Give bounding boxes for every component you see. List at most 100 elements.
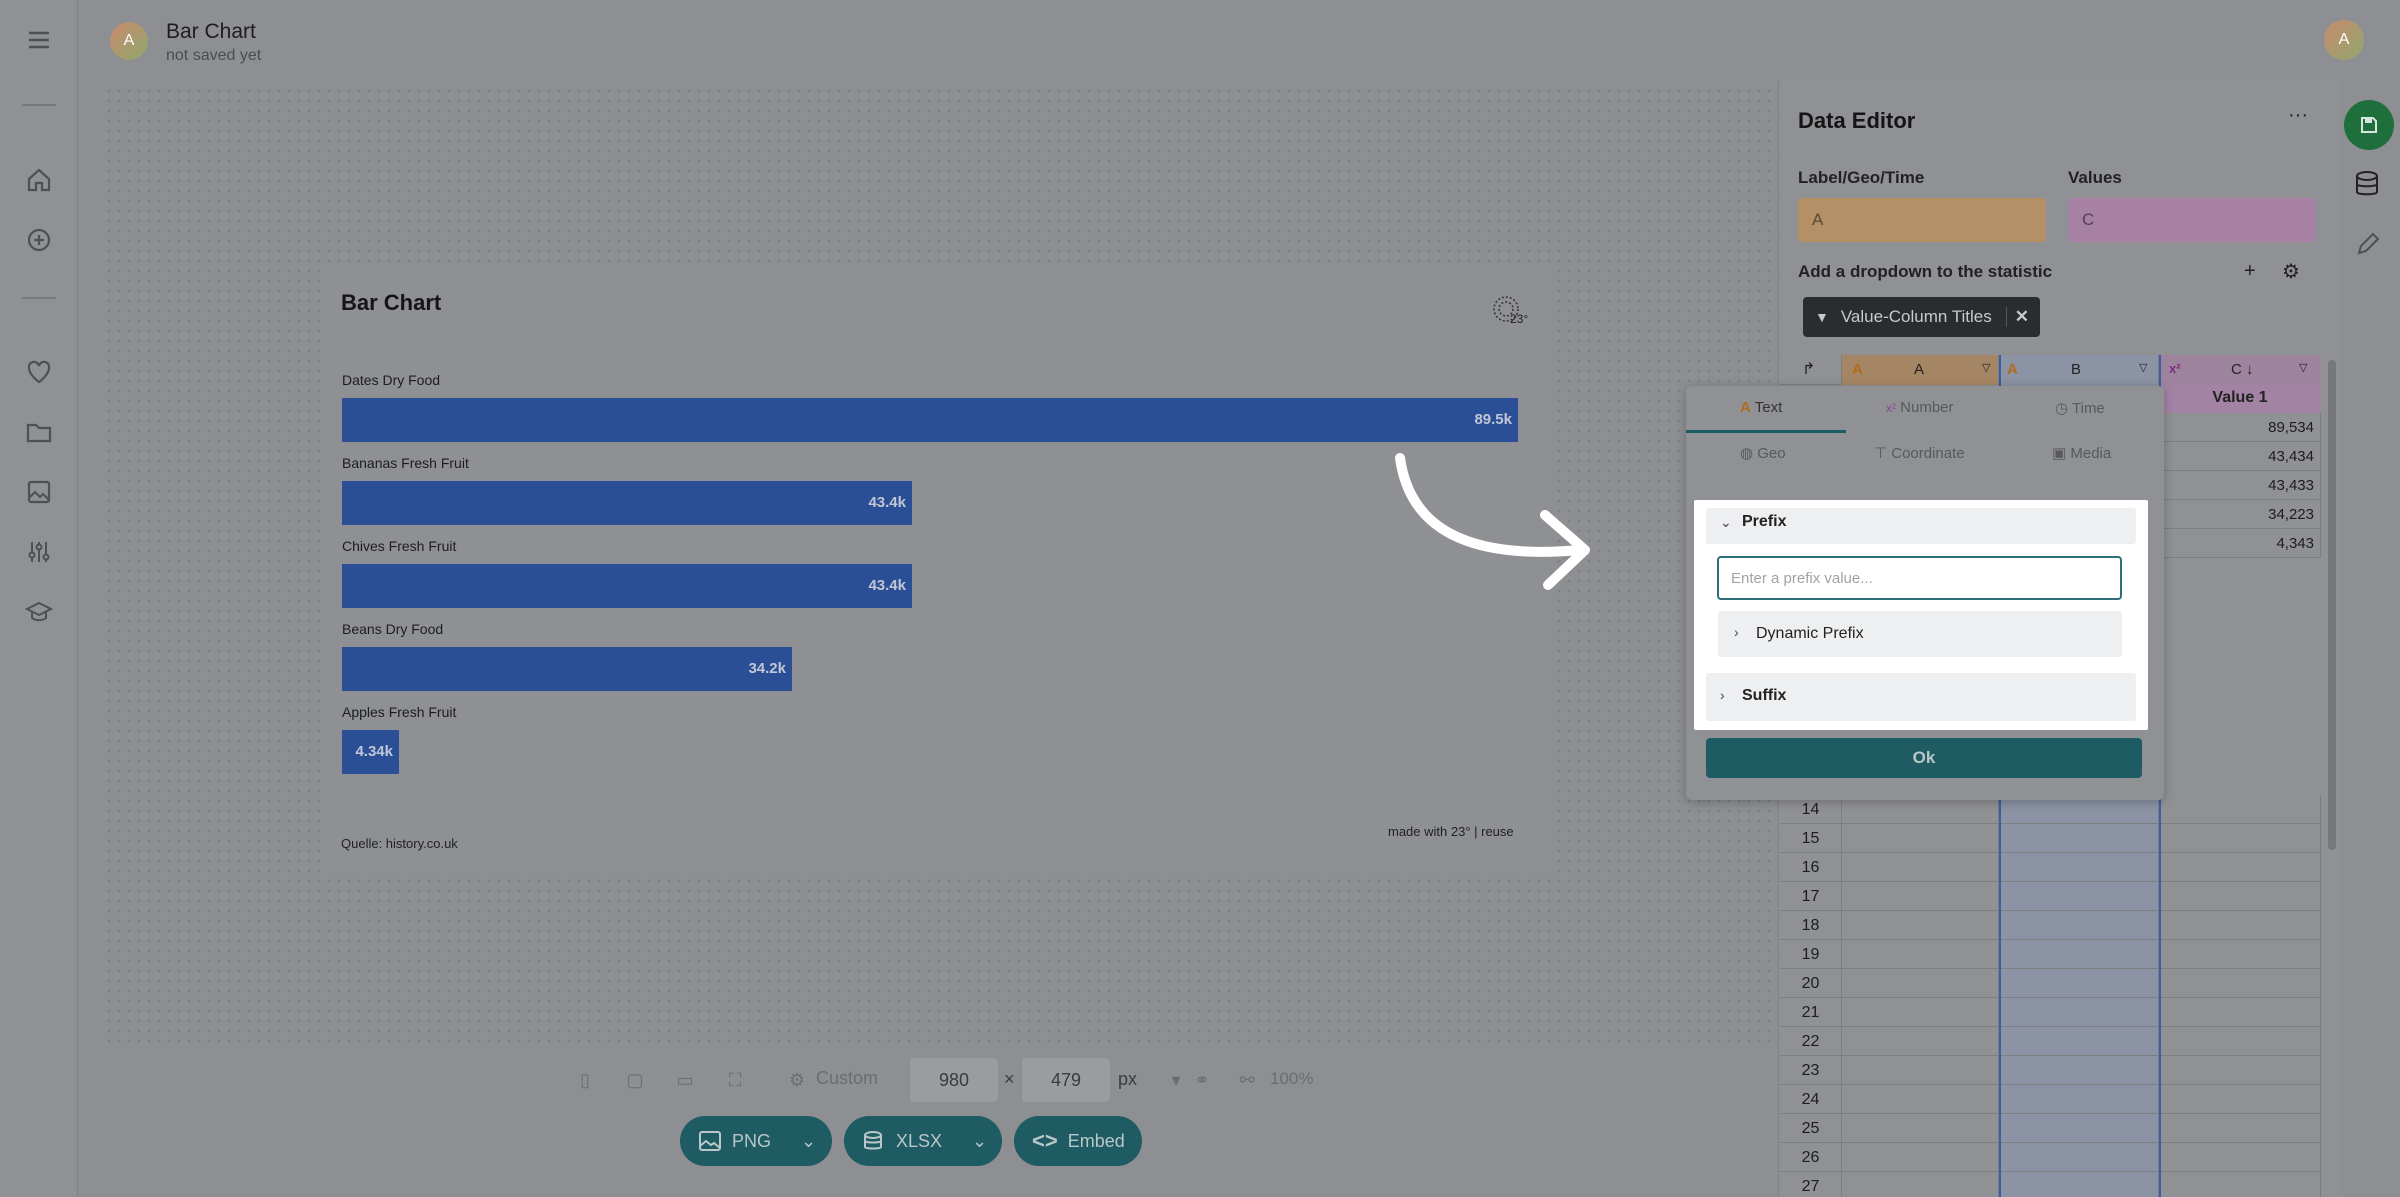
column-header-c[interactable]: x² C ↓ ▽: [2159, 355, 2321, 385]
chart-credit[interactable]: made with 23° | reuse: [1388, 824, 1514, 839]
table-cell[interactable]: [2159, 1114, 2321, 1143]
table-cell[interactable]: [2159, 853, 2321, 882]
unit-select[interactable]: px: [1118, 1069, 1137, 1090]
table-cell[interactable]: [1999, 998, 2159, 1027]
table-cell[interactable]: [1999, 911, 2159, 940]
sliders-icon[interactable]: [24, 537, 54, 567]
add-icon[interactable]: [24, 225, 54, 255]
table-cell[interactable]: [1842, 1143, 1999, 1172]
table-cell[interactable]: [2159, 824, 2321, 853]
table-cell[interactable]: [1842, 1056, 1999, 1085]
scrollbar[interactable]: [2328, 360, 2336, 850]
home-icon[interactable]: [24, 165, 54, 195]
folder-icon[interactable]: [24, 417, 54, 447]
bar[interactable]: 43.4k: [342, 481, 912, 525]
table-cell[interactable]: [1999, 940, 2159, 969]
bar[interactable]: 34.2k: [342, 647, 792, 691]
bar[interactable]: 89.5k: [342, 398, 1518, 442]
table-cell[interactable]: [1999, 1027, 2159, 1056]
gear-icon[interactable]: ⚙: [2282, 259, 2300, 284]
table-cell[interactable]: [1842, 969, 1999, 998]
prefix-input[interactable]: [1717, 556, 2122, 600]
tab-number[interactable]: x² Number: [1886, 399, 1954, 416]
link-icon[interactable]: ⚭: [1191, 1070, 1213, 1092]
table-cell[interactable]: [2159, 882, 2321, 911]
table-cell[interactable]: [1842, 940, 1999, 969]
table-cell[interactable]: [1842, 824, 1999, 853]
height-input[interactable]: 479: [1022, 1058, 1110, 1102]
label-column-select[interactable]: A: [1798, 198, 2046, 242]
table-cell[interactable]: 34,223: [2159, 500, 2321, 529]
more-icon[interactable]: ···: [2288, 104, 2308, 127]
table-cell[interactable]: [2159, 1056, 2321, 1085]
row-number[interactable]: 24: [1780, 1085, 1842, 1114]
tab-text[interactable]: A Text: [1740, 399, 1782, 416]
table-cell[interactable]: [2159, 911, 2321, 940]
row-number[interactable]: 25: [1780, 1114, 1842, 1143]
column-c-title[interactable]: Value 1: [2159, 385, 2321, 413]
table-cell[interactable]: [1999, 1172, 2159, 1197]
bar[interactable]: 4.34k: [342, 730, 399, 774]
embed-button[interactable]: <> Embed: [1014, 1116, 1142, 1166]
row-number[interactable]: 26: [1780, 1143, 1842, 1172]
plus-icon[interactable]: +: [2244, 260, 2256, 283]
fullscreen-icon[interactable]: ⛶: [724, 1070, 746, 1092]
laptop-size-icon[interactable]: ▭: [674, 1070, 696, 1092]
row-number[interactable]: 21: [1780, 998, 1842, 1027]
table-cell[interactable]: 43,434: [2159, 442, 2321, 471]
table-cell[interactable]: [1842, 882, 1999, 911]
chevron-down-icon[interactable]: ⌄: [972, 1131, 987, 1152]
heart-icon[interactable]: [24, 357, 54, 387]
export-png-button[interactable]: PNG ⌄: [680, 1116, 832, 1166]
bar[interactable]: 43.4k: [342, 564, 912, 608]
dropdown-chip[interactable]: ▼ Value-Column Titles ✕: [1803, 297, 2040, 337]
filter-icon[interactable]: ▽: [2299, 361, 2307, 374]
tab-geo[interactable]: ◍ Geo: [1740, 444, 1786, 462]
table-cell[interactable]: [1999, 1085, 2159, 1114]
save-button[interactable]: [2344, 100, 2394, 150]
export-xlsx-button[interactable]: XLSX ⌄: [844, 1116, 1002, 1166]
user-avatar[interactable]: A: [2324, 20, 2364, 60]
chevron-down-icon[interactable]: ⌄: [1720, 514, 1732, 531]
chevron-right-icon[interactable]: ›: [1734, 624, 1739, 640]
row-number[interactable]: 20: [1780, 969, 1842, 998]
close-icon[interactable]: ✕: [2005, 307, 2029, 327]
row-number[interactable]: 19: [1780, 940, 1842, 969]
values-column-select[interactable]: C: [2068, 198, 2316, 242]
corner-icon[interactable]: ↱: [1780, 355, 1842, 385]
table-cell[interactable]: [1999, 969, 2159, 998]
table-cell[interactable]: 4,343: [2159, 529, 2321, 558]
ok-button[interactable]: Ok: [1706, 738, 2142, 778]
table-cell[interactable]: [1842, 1027, 1999, 1056]
column-header-b[interactable]: A B ▽: [1999, 355, 2159, 385]
filter-icon[interactable]: ▽: [1982, 361, 1990, 374]
chevron-down-icon[interactable]: ▾: [1165, 1070, 1187, 1092]
table-cell[interactable]: [2159, 1143, 2321, 1172]
unlink-icon[interactable]: ⚯: [1236, 1070, 1258, 1092]
table-cell[interactable]: [1999, 1114, 2159, 1143]
tab-coordinate[interactable]: ⊤ Coordinate: [1874, 444, 1965, 462]
table-cell[interactable]: [2159, 969, 2321, 998]
table-cell[interactable]: [1842, 1114, 1999, 1143]
row-number[interactable]: 27: [1780, 1172, 1842, 1197]
table-cell[interactable]: 89,534: [2159, 413, 2321, 442]
table-cell[interactable]: [2159, 795, 2321, 824]
table-cell[interactable]: [2159, 940, 2321, 969]
column-header-a[interactable]: A A ▽: [1842, 355, 1999, 385]
number-type-icon[interactable]: x²: [2169, 361, 2181, 376]
table-cell[interactable]: 43,433: [2159, 471, 2321, 500]
row-number[interactable]: 15: [1780, 824, 1842, 853]
row-number[interactable]: 18: [1780, 911, 1842, 940]
database-icon[interactable]: [2354, 170, 2380, 198]
table-cell[interactable]: [2159, 1085, 2321, 1114]
tab-media[interactable]: ▣ Media: [2052, 444, 2111, 462]
text-type-icon[interactable]: A: [2007, 361, 2018, 378]
row-number[interactable]: 22: [1780, 1027, 1842, 1056]
size-preset[interactable]: Custom: [816, 1068, 878, 1089]
table-cell[interactable]: [1842, 998, 1999, 1027]
table-cell[interactable]: [2159, 1027, 2321, 1056]
table-cell[interactable]: [1999, 824, 2159, 853]
document-title[interactable]: Bar Chart: [166, 20, 256, 44]
chevron-down-icon[interactable]: ⌄: [801, 1131, 816, 1152]
table-cell[interactable]: [1842, 853, 1999, 882]
